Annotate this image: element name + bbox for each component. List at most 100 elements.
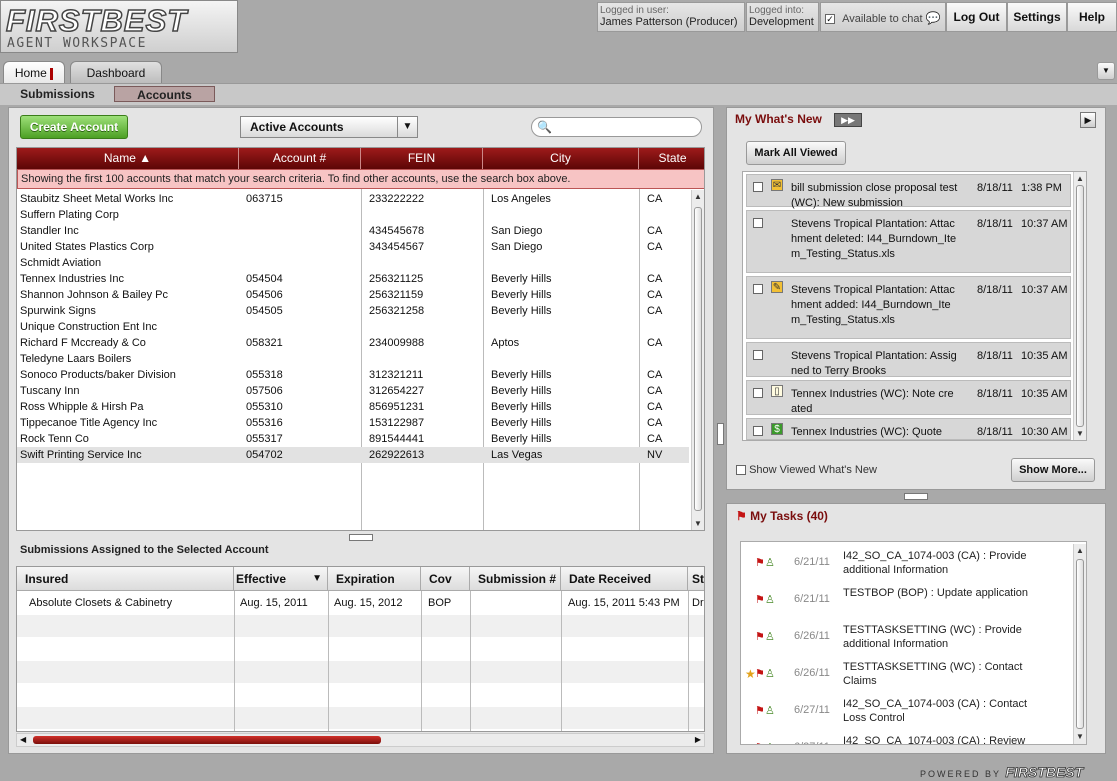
submissions-hscrollbar[interactable]: ◀ ▶ <box>16 733 705 747</box>
cell-name: Shannon Johnson & Bailey Pc <box>20 289 168 301</box>
item-date: 8/18/11 <box>977 388 1013 400</box>
scroll-thumb[interactable] <box>1076 559 1084 729</box>
account-search-input[interactable]: 🔍 <box>531 117 702 137</box>
accounts-scrollbar[interactable]: ▲ ▼ <box>691 190 704 530</box>
show-viewed-checkbox[interactable] <box>736 465 746 476</box>
vertical-splitter[interactable] <box>717 423 724 445</box>
help-button[interactable]: Help <box>1067 2 1117 32</box>
panel-splitter[interactable] <box>904 493 928 500</box>
fast-forward-icon[interactable]: ▶▶ <box>834 113 862 127</box>
scroll-up-icon[interactable]: ▲ <box>692 191 704 203</box>
col-expiration[interactable]: Expiration <box>328 567 421 591</box>
table-row[interactable]: Ross Whipple & Hirsh Pa 055310 856951231 Be… <box>17 399 689 415</box>
item-checkbox[interactable] <box>753 284 763 294</box>
task-item[interactable]: ⚑ ♙ 6/21/11 TESTBOP (BOP) : Update applicat… <box>741 581 1071 618</box>
tab-home[interactable]: Home <box>3 61 65 83</box>
item-text: Stevens Tropical Plantation: Attachment … <box>791 284 955 326</box>
whats-new-item[interactable]: Stevens Tropical Plantation: Assigned to… <box>746 342 1071 377</box>
logo-subtitle: AGENT WORKSPACE <box>7 36 147 51</box>
scroll-right-icon[interactable]: ▶ <box>695 735 701 744</box>
chat-checkbox[interactable]: ✓ <box>825 14 835 25</box>
table-row[interactable]: Shannon Johnson & Bailey Pc 054506 2563211… <box>17 287 689 303</box>
whats-new-item[interactable]: ✉ bill submission close proposal test (WC… <box>746 174 1071 209</box>
col-date-received[interactable]: Date Received <box>561 567 688 591</box>
whats-new-item[interactable]: $ Tennex Industries (WC): Quote 8/18/11 10:… <box>746 418 1071 440</box>
task-item[interactable]: ⚑ ♙ 6/27/11 I42_SO_CA_1074-003 (CA) : Conta… <box>741 692 1071 729</box>
tab-dashboard[interactable]: Dashboard <box>70 61 162 83</box>
col-status[interactable]: St <box>688 567 704 591</box>
table-row[interactable]: Suffern Plating Corp <box>17 207 689 223</box>
scroll-thumb[interactable] <box>1076 185 1084 427</box>
table-row[interactable]: Schmidt Aviation <box>17 255 689 271</box>
flag-icon: ⚑ <box>755 705 765 717</box>
scroll-thumb[interactable] <box>694 207 702 511</box>
table-row[interactable]: Unique Construction Ent Inc <box>17 319 689 335</box>
scroll-down-icon[interactable]: ▼ <box>1074 428 1086 440</box>
scroll-up-icon[interactable]: ▲ <box>1074 173 1086 185</box>
show-more-button[interactable]: Show More... <box>1011 458 1095 482</box>
item-checkbox[interactable] <box>753 426 763 436</box>
table-row[interactable]: Swift Printing Service Inc 054702 26292261… <box>17 447 689 463</box>
panel-splitter[interactable] <box>349 534 373 541</box>
expand-icon[interactable]: ▶ <box>1080 112 1096 128</box>
col-insured[interactable]: Insured <box>17 567 234 591</box>
scroll-down-icon[interactable]: ▼ <box>692 518 704 530</box>
settings-button[interactable]: Settings <box>1007 2 1067 32</box>
whats-new-scrollbar[interactable]: ▲ ▼ <box>1073 172 1086 440</box>
subtab-accounts[interactable]: Accounts <box>114 86 215 102</box>
item-checkbox[interactable] <box>753 218 763 228</box>
task-item[interactable]: ★ ⚑ ♙ 6/26/11 TESTTASKSETTING (WC) : Contact… <box>741 655 1071 692</box>
tasks-scrollbar[interactable]: ▲ ▼ <box>1073 544 1086 744</box>
whats-new-item[interactable]: ▯ Tennex Industries (WC): Note created 8/1… <box>746 380 1071 415</box>
task-text: TESTTASKSETTING (WC) : Provide additiona… <box>843 624 1022 650</box>
col-account[interactable]: Account # <box>239 148 361 169</box>
table-row[interactable]: Staubitz Sheet Metal Works Inc 063715 2332… <box>17 191 689 207</box>
table-row[interactable]: United States Plastics Corp 343454567 San … <box>17 239 689 255</box>
task-item[interactable]: ⚑♙ 6/27/11 I42_SO_CA_1074-003 (CA) : Revie… <box>741 729 1071 744</box>
create-account-button[interactable]: Create Account <box>20 115 128 139</box>
subtab-submissions[interactable]: Submissions <box>15 86 100 102</box>
quote-icon: $ <box>771 423 783 435</box>
cell-state: CA <box>647 433 663 445</box>
scroll-left-icon[interactable]: ◀ <box>20 735 26 744</box>
account-filter-select[interactable]: Active Accounts ▼ <box>240 116 418 138</box>
table-row[interactable]: Rock Tenn Co 055317 891544441 Beverly Hills… <box>17 431 689 447</box>
whats-new-item[interactable]: Stevens Tropical Plantation: Attachment … <box>746 210 1071 273</box>
table-row[interactable]: Standler Inc 434545678 San Diego CA <box>17 223 689 239</box>
table-row[interactable]: Sonoco Products/baker Division 055318 3123… <box>17 367 689 383</box>
whats-new-list: ✉ bill submission close proposal test (WC… <box>742 171 1087 441</box>
table-row[interactable]: Teledyne Laars Boilers <box>17 351 689 367</box>
scroll-down-icon[interactable]: ▼ <box>1074 731 1086 743</box>
cell-name: United States Plastics Corp <box>20 241 154 253</box>
col-cov[interactable]: Cov <box>421 567 470 591</box>
show-viewed-toggle[interactable]: Show Viewed What's New <box>736 464 877 476</box>
item-checkbox[interactable] <box>753 388 763 398</box>
col-effective[interactable]: Effective ▼ <box>234 567 328 591</box>
table-row[interactable]: Tuscany Inn 057506 312654227 Beverly Hills C… <box>17 383 689 399</box>
whats-new-item[interactable]: ✎ Stevens Tropical Plantation: Attachment… <box>746 276 1071 339</box>
col-state[interactable]: State <box>639 148 704 169</box>
item-checkbox[interactable] <box>753 350 763 360</box>
hscroll-thumb[interactable] <box>33 736 381 744</box>
mark-all-viewed-button[interactable]: Mark All Viewed <box>746 141 846 165</box>
task-item[interactable]: ⚑ ♙ 6/26/11 TESTTASKSETTING (WC) : Provide … <box>741 618 1071 655</box>
col-fein[interactable]: FEIN <box>361 148 483 169</box>
cell-fein: 233222222 <box>369 193 425 205</box>
table-row[interactable]: Spurwink Signs 054505 256321258 Beverly Hil… <box>17 303 689 319</box>
table-row[interactable]: Absolute Closets & Cabinetry Aug. 15, 201… <box>17 592 704 614</box>
task-item[interactable]: ⚑ ♙ 6/21/11 I42_SO_CA_1074-003 (CA) : Provi… <box>741 544 1071 581</box>
task-date: 6/21/11 <box>794 556 830 568</box>
col-city[interactable]: City <box>483 148 639 169</box>
col-effective-label: Effective <box>236 572 287 586</box>
table-row[interactable]: Richard F Mccready & Co 058321 234009988 Ap… <box>17 335 689 351</box>
table-row[interactable]: Tippecanoe Title Agency Inc 055316 1531229… <box>17 415 689 431</box>
table-row[interactable]: Tennex Industries Inc 054504 256321125 Beve… <box>17 271 689 287</box>
col-name[interactable]: Name ▲ <box>17 148 239 169</box>
item-checkbox[interactable] <box>753 182 763 192</box>
show-viewed-label: Show Viewed What's New <box>749 464 877 476</box>
cell-account: 055316 <box>246 417 283 429</box>
tab-menu-dropdown[interactable]: ▼ <box>1097 62 1115 80</box>
scroll-up-icon[interactable]: ▲ <box>1074 545 1086 557</box>
logout-button[interactable]: Log Out <box>946 2 1007 32</box>
col-submission-number[interactable]: Submission # <box>470 567 561 591</box>
